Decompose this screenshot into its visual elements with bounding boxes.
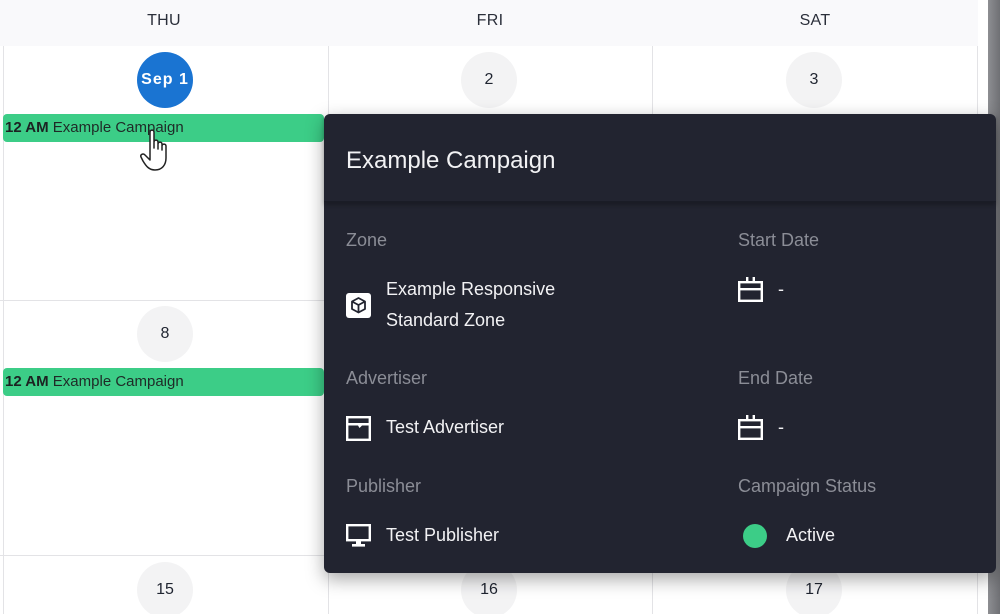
advertiser-label: Advertiser	[346, 368, 428, 388]
event-title: Example Campaign	[52, 373, 184, 390]
zone-value-line2: Standard Zone	[386, 310, 506, 330]
start-date-value: -	[778, 279, 784, 299]
zone-value-line1: Example Responsive	[386, 279, 556, 299]
calendar-event[interactable]: 12 AM Example Campaign	[3, 368, 324, 396]
advertiser-value: Test Advertiser	[386, 417, 505, 437]
weekday-sat: SAT	[799, 12, 831, 29]
campaign-status-label: Campaign Status	[738, 476, 877, 496]
popover-title: Example Campaign	[324, 114, 996, 202]
page: THU FRI SAT Sep 1 2 3 12 AM Example Camp…	[0, 0, 1000, 614]
day-badge-today[interactable]: Sep 1	[137, 52, 193, 108]
cube-icon	[346, 293, 371, 318]
end-date-label: End Date	[738, 368, 814, 388]
monitor-icon	[346, 524, 371, 547]
storefront-icon	[346, 416, 371, 441]
weekday-fri: FRI	[476, 12, 504, 29]
publisher-value: Test Publisher	[386, 525, 500, 545]
day-badge[interactable]: 3	[786, 52, 842, 108]
weekday-header: THU FRI SAT	[0, 0, 978, 46]
event-time: 12 AM	[5, 373, 53, 390]
zone-label: Zone	[346, 230, 388, 250]
calendar-icon	[738, 415, 763, 440]
day-badge[interactable]: 15	[137, 562, 193, 614]
campaign-status-value: Active	[786, 525, 836, 545]
hand-cursor-icon	[140, 129, 167, 171]
weekday-thu: THU	[147, 12, 181, 29]
day-badge[interactable]: 2	[461, 52, 517, 108]
status-dot-icon	[743, 524, 767, 548]
event-time: 12 AM	[5, 119, 53, 136]
calendar-icon	[738, 277, 763, 302]
publisher-label: Publisher	[346, 476, 422, 496]
day-badge[interactable]: 8	[137, 306, 193, 362]
start-date-label: Start Date	[738, 230, 820, 250]
event-details-popover: Example Campaign Zone Example Responsive…	[324, 114, 996, 573]
end-date-value: -	[778, 417, 784, 437]
